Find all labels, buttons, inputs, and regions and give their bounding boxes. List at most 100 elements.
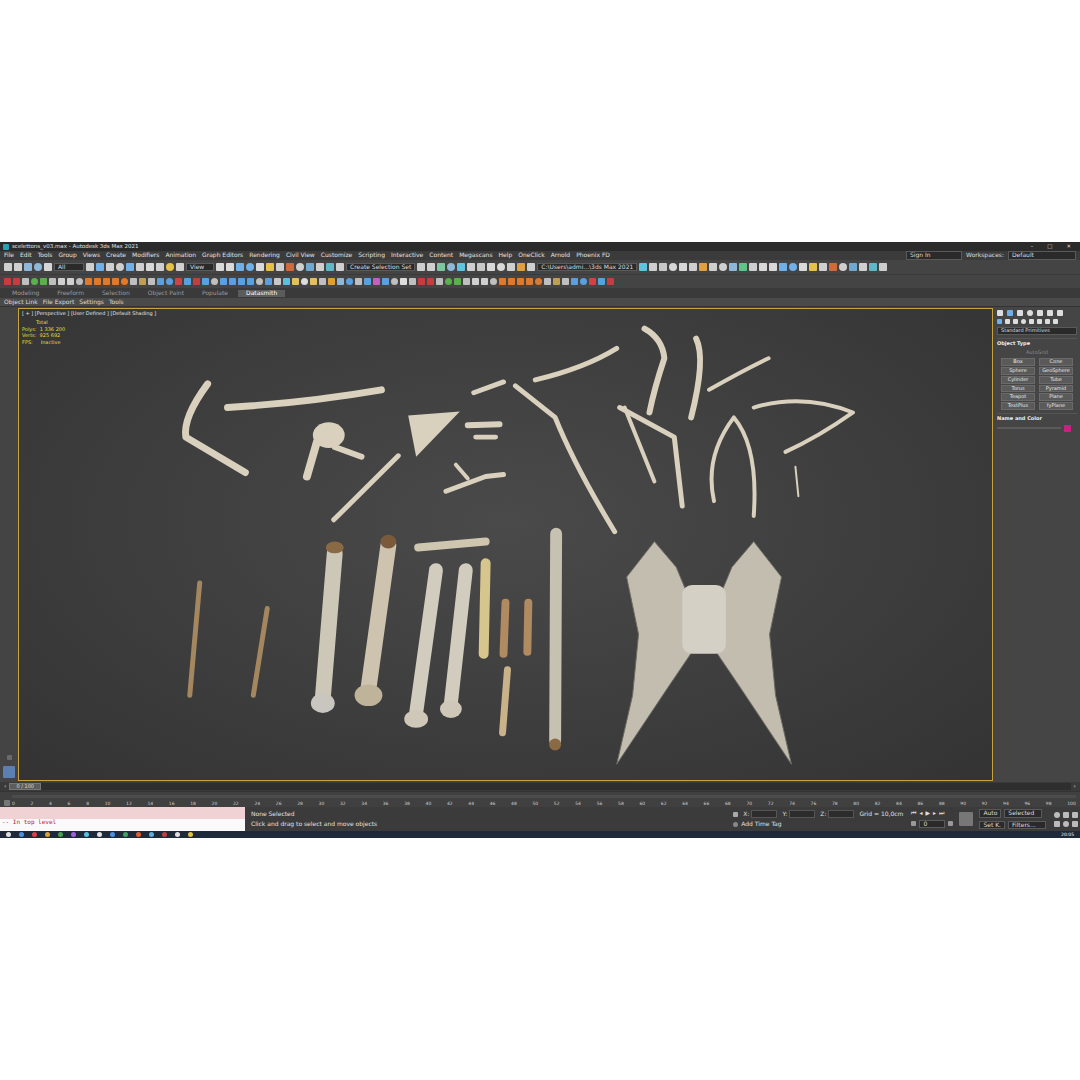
primitive-button[interactable]: Teapot [1001,393,1035,401]
taskbar-app-icon[interactable] [175,832,180,837]
ribbon-item[interactable]: Object Link [4,299,38,306]
frame-field[interactable]: 0 [919,820,945,829]
toolbar-icon[interactable] [879,263,887,271]
bone-joint[interactable] [311,693,335,713]
bone[interactable] [795,467,798,497]
toolbar-icon[interactable] [447,263,455,271]
menu-item[interactable]: Group [58,252,76,259]
category-icon[interactable] [1005,319,1010,324]
command-tab-icon[interactable] [1027,310,1033,316]
toolbar-icon[interactable] [94,278,101,285]
toolbar-icon[interactable] [481,278,488,285]
perspective-viewport[interactable]: [ + ] [Perspective ] [User Defined ] [De… [18,308,993,781]
toolbar-icon[interactable] [507,263,515,271]
toolbar-icon[interactable] [112,278,119,285]
toolbar-icon[interactable] [508,278,515,285]
bone[interactable] [334,456,399,520]
toolbar-icon[interactable] [346,278,353,285]
zoom-icon[interactable] [1054,812,1060,818]
toolbar-icon[interactable] [527,263,535,271]
bone[interactable] [335,447,362,457]
toolbar-icon[interactable] [226,263,234,271]
toolbar-icon[interactable] [148,278,155,285]
taskbar-app-icon[interactable] [84,832,89,837]
bone-joint[interactable] [313,422,345,448]
toolbar-icon[interactable] [202,278,209,285]
bone[interactable] [712,417,755,516]
toolbar-icon[interactable] [417,263,425,271]
toolbar-icon[interactable] [809,263,817,271]
bone[interactable] [474,382,504,393]
toolbar-icon[interactable] [211,278,218,285]
toolbar-icon[interactable] [769,263,777,271]
viewport-layout-icon[interactable] [3,766,15,778]
toolbar-icon[interactable] [175,278,182,285]
auto-key-button[interactable]: Auto [979,809,1001,818]
primitive-button[interactable]: fyPlane [1039,402,1073,410]
color-swatch[interactable] [1064,425,1071,432]
category-select[interactable]: Standard Primitives [997,327,1077,335]
toolbar-icon[interactable] [121,278,128,285]
bone[interactable] [503,670,508,733]
toolbar-icon[interactable] [44,263,52,271]
toolbar-icon[interactable] [598,278,605,285]
command-tab-icon[interactable] [1057,310,1063,316]
toolbar-icon[interactable] [166,263,174,271]
toolbar-icon[interactable] [418,278,425,285]
ribbon-tab[interactable]: Populate [194,290,236,297]
name-field[interactable] [997,427,1061,429]
add-time-tag[interactable]: Add Time Tag [741,821,781,828]
toolbar-icon[interactable] [859,263,867,271]
menu-item[interactable]: Phoenix FD [576,252,610,259]
zoom-extents-icon[interactable] [1072,812,1078,818]
toolbar-icon[interactable] [355,278,362,285]
primitive-button[interactable]: GeoSphere [1039,367,1073,375]
toolbar-icon[interactable] [24,263,32,271]
toolbar-icon[interactable] [139,278,146,285]
category-icon[interactable] [1029,319,1034,324]
toolbar-icon[interactable] [49,278,56,285]
taskbar-app-icon[interactable] [71,832,76,837]
menu-item[interactable]: Interactive [391,252,423,259]
toolbar-icon[interactable] [116,263,124,271]
menu-item[interactable]: Content [429,252,453,259]
toolbar-icon[interactable] [526,278,533,285]
frame-ticks[interactable]: 0246810121416182022242628303234363840424… [12,795,1076,806]
toolbar-icon[interactable] [274,278,281,285]
primitive-button[interactable]: Torus [1001,385,1035,393]
menu-item[interactable]: Rendering [249,252,280,259]
bone[interactable] [535,348,616,380]
command-tab-icon[interactable] [1017,310,1023,316]
toolbar-icon[interactable] [497,263,505,271]
window-control[interactable]: – [1024,243,1039,249]
scapula[interactable] [408,411,460,456]
bone[interactable] [709,358,769,390]
play-icon[interactable]: ▶ [925,810,930,817]
toolbar-icon[interactable] [247,278,254,285]
toolbar-icon[interactable] [301,278,308,285]
toolbar-icon[interactable] [553,278,560,285]
go-end-icon[interactable]: ⏭ [939,810,944,817]
prev-key-icon[interactable]: ◂ [919,810,922,817]
bone-joint[interactable] [326,542,344,554]
menu-item[interactable]: Edit [20,252,32,259]
toolbar-icon[interactable] [14,263,22,271]
maxscript-listener[interactable]: -- In top level [0,807,245,831]
toolbar-icon[interactable] [286,263,294,271]
category-icon[interactable] [1037,319,1042,324]
toolbar-icon[interactable] [589,278,596,285]
ribbon-tab[interactable]: Modeling [4,290,47,297]
primitive-button[interactable]: Tube [1039,376,1073,384]
toolbar-icon[interactable] [136,263,144,271]
sacrum[interactable] [682,585,726,654]
toolbar-icon[interactable] [157,278,164,285]
bone[interactable] [515,386,614,532]
primitive-button[interactable]: Cone [1039,358,1073,366]
toolbar-icon[interactable] [292,278,299,285]
time-slider[interactable]: 0 / 100 [9,783,1070,791]
bone-joint[interactable] [380,535,396,549]
toolbar-icon[interactable] [659,263,667,271]
toolbar-icon[interactable] [829,263,837,271]
project-path[interactable]: C:\Users\admi...\3ds Max 2021 [537,263,637,272]
toolbar-icon[interactable] [146,263,154,271]
